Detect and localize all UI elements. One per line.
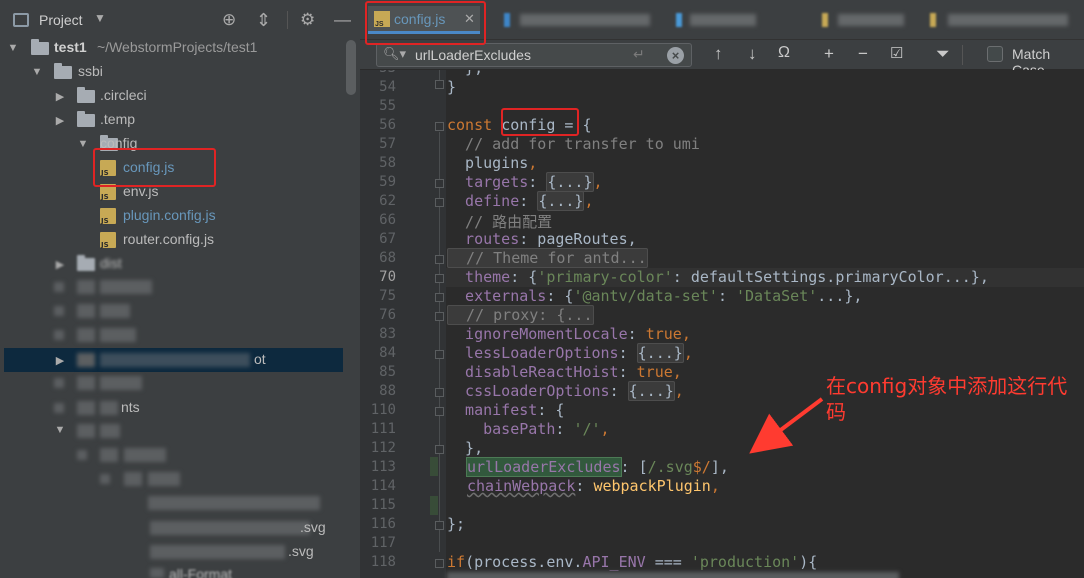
annotation-text: 在config对象中添加这行代码: [826, 374, 1068, 424]
annotation-arrow: [749, 397, 824, 454]
